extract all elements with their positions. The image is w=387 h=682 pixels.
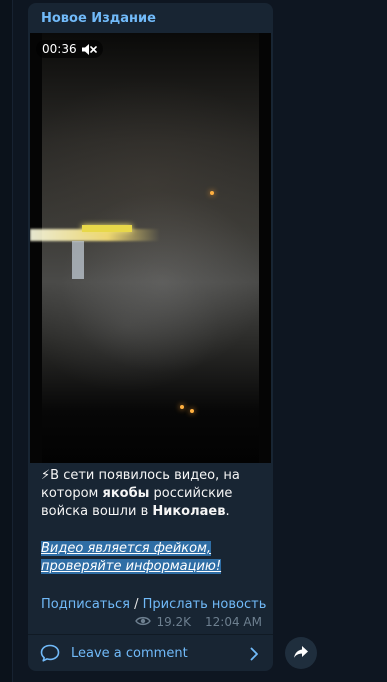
send-news-link[interactable]: Прислать новость <box>143 597 267 612</box>
video-letterbox-left <box>30 33 42 463</box>
video-duration-badge: 00:36 <box>36 40 103 58</box>
video-frame <box>30 33 271 463</box>
video-duration: 00:36 <box>42 42 77 56</box>
highlighted-text: Видео является фейком, проверяйте информ… <box>41 541 222 574</box>
eye-icon <box>135 615 152 629</box>
orange-light <box>210 191 214 195</box>
leave-comment-button[interactable]: Leave a comment <box>28 635 273 671</box>
comment-bubble-icon <box>40 644 60 666</box>
post-time: 12:04 AM <box>205 615 262 629</box>
link-separator: / <box>129 597 143 612</box>
orange-light <box>190 409 194 413</box>
text-bold: якобы <box>102 486 150 501</box>
share-button[interactable] <box>285 637 317 669</box>
message-text: ⚡В сети появилось видео, на котором якоб… <box>41 467 266 521</box>
orange-light <box>180 405 184 409</box>
subscribe-link[interactable]: Подписаться <box>41 597 130 612</box>
view-count: 19.2K <box>156 615 192 629</box>
share-arrow-icon <box>293 644 309 663</box>
chevron-right-icon <box>249 646 259 665</box>
mute-icon[interactable] <box>81 43 97 56</box>
video-player[interactable]: 00:36 <box>30 33 271 463</box>
channel-post: Новое Издание 00:36 ⚡В сети появилось ви… <box>28 3 273 671</box>
post-links: Подписаться / Прислать новость <box>41 597 266 612</box>
text-part: . <box>225 504 230 519</box>
chat-list-rail <box>0 0 13 682</box>
lit-pillar <box>72 241 84 279</box>
fake-warning-text: Видео является фейком, проверяйте информ… <box>41 540 259 576</box>
channel-name[interactable]: Новое Издание <box>41 11 156 26</box>
leave-comment-label: Leave a comment <box>71 646 188 661</box>
yellow-sign <box>82 225 132 232</box>
text-bold: Николаев <box>152 504 226 519</box>
post-meta: 19.2K 12:04 AM <box>135 615 262 629</box>
lightning-emoji: ⚡ <box>41 468 51 483</box>
video-letterbox-right <box>259 33 271 463</box>
